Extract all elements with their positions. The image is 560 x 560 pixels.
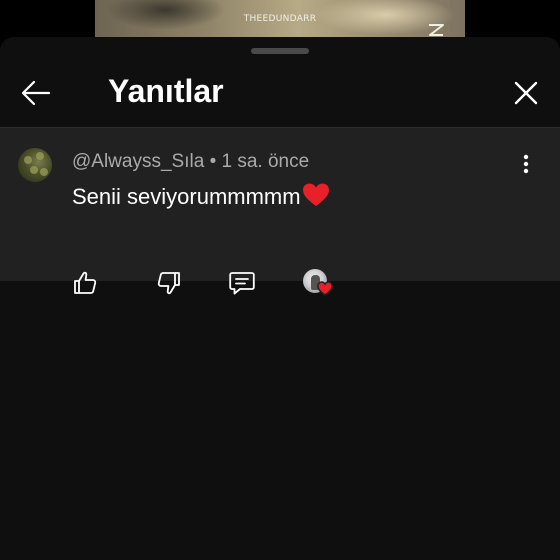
comment-text: Senii seviyorummmmm (72, 184, 301, 209)
close-icon (514, 81, 538, 105)
meta-separator: • (209, 151, 217, 172)
page-title: Yanıtlar (108, 73, 224, 109)
red-heart-icon (302, 183, 329, 206)
creator-heart-icon (317, 281, 333, 296)
thumb-down-icon (157, 272, 180, 295)
app-root: THEEDUNDARR Yanıtlar @Alwayss_Sıla • 1 s… (0, 0, 560, 560)
more-vertical-icon (523, 154, 529, 174)
video-watermark: THEEDUNDARR (243, 14, 317, 24)
video-player[interactable]: THEEDUNDARR (95, 0, 465, 40)
drag-handle[interactable] (251, 48, 309, 54)
comment-body: Senii seviyorummmmm (72, 182, 330, 212)
sheet-header: Yanıtlar (0, 57, 560, 127)
comment-actions (0, 268, 560, 302)
comment-time: 1 sa. önce (221, 151, 310, 172)
reply-comment-icon (229, 272, 255, 295)
avatar[interactable] (18, 148, 52, 182)
more-options-button[interactable] (514, 150, 538, 178)
back-button[interactable] (18, 75, 54, 111)
comment-item: @Alwayss_Sıla • 1 sa. önce Senii seviyor… (0, 128, 560, 296)
capcut-logo-icon (429, 24, 444, 36)
comment-author[interactable]: @Alwayss_Sıla (72, 151, 204, 172)
thumb-up-icon (74, 271, 97, 294)
close-button[interactable] (508, 75, 544, 111)
comment-meta: @Alwayss_Sıla • 1 sa. önce (72, 150, 309, 174)
reply-button[interactable] (227, 268, 257, 298)
creator-heart-button[interactable] (302, 268, 336, 302)
dislike-button[interactable] (154, 268, 184, 298)
arrow-left-icon (21, 80, 51, 106)
like-button[interactable] (70, 268, 100, 298)
replies-sheet: Yanıtlar @Alwayss_Sıla • 1 sa. önce Seni… (0, 37, 560, 560)
